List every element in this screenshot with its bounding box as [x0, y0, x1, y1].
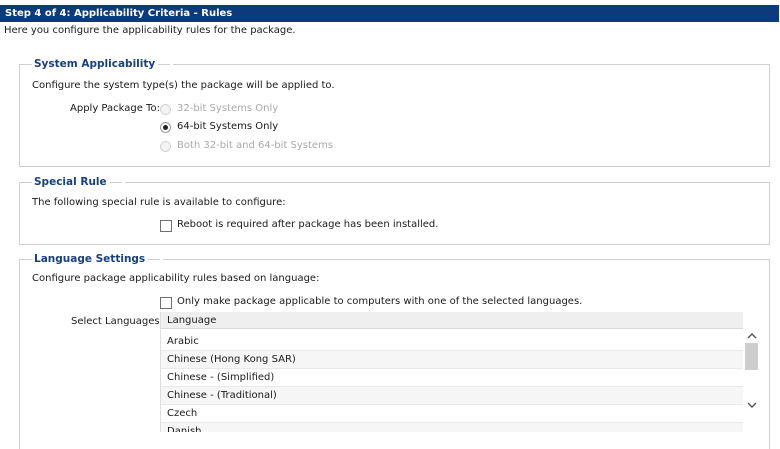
- radio-64bit-label: 64-bit Systems Only: [177, 121, 279, 132]
- apply-package-label: Apply Package To:: [70, 103, 160, 114]
- radio-both-label: Both 32-bit and 64-bit Systems: [177, 140, 334, 151]
- list-item[interactable]: Danish: [161, 423, 743, 432]
- reboot-label: Reboot is required after package has bee…: [177, 219, 439, 230]
- language-column-header[interactable]: Language: [161, 312, 743, 329]
- radio-32bit[interactable]: [160, 104, 171, 115]
- list-item[interactable]: Chinese - (Simplified): [161, 369, 743, 387]
- system-applicability-legend: System Applicability: [32, 57, 174, 71]
- language-settings-legend: Language Settings: [32, 252, 164, 266]
- language-list[interactable]: Language Arabic Chinese (Hong Kong SAR) …: [160, 312, 761, 432]
- language-scrollbar[interactable]: [743, 329, 760, 432]
- special-rule-legend: Special Rule: [32, 175, 125, 189]
- language-description: Configure package applicability rules ba…: [32, 273, 320, 284]
- chevron-up-icon[interactable]: [746, 330, 758, 342]
- language-rows: Arabic Chinese (Hong Kong SAR) Chinese -…: [161, 333, 743, 432]
- radio-64bit[interactable]: [160, 122, 171, 133]
- list-item[interactable]: Chinese - (Traditional): [161, 387, 743, 405]
- list-item[interactable]: Arabic: [161, 333, 743, 351]
- language-only-checkbox[interactable]: [160, 297, 172, 309]
- page-subtitle: Here you configure the applicability rul…: [4, 25, 296, 36]
- reboot-checkbox[interactable]: [160, 220, 172, 232]
- special-rule-group: Special Rule: [19, 175, 770, 245]
- select-languages-label: Select Languages:: [71, 316, 163, 327]
- language-only-label: Only make package applicable to computer…: [177, 296, 583, 307]
- list-item[interactable]: Chinese (Hong Kong SAR): [161, 351, 743, 369]
- chevron-down-icon[interactable]: [746, 399, 758, 411]
- system-description: Configure the system type(s) the package…: [32, 80, 335, 91]
- radio-both[interactable]: [160, 141, 171, 152]
- scroll-thumb[interactable]: [745, 343, 758, 370]
- step-header: Step 4 of 4: Applicability Criteria - Ru…: [0, 5, 779, 22]
- radio-32bit-label: 32-bit Systems Only: [177, 103, 279, 114]
- list-item[interactable]: Czech: [161, 405, 743, 423]
- special-rule-description: The following special rule is available …: [32, 197, 286, 208]
- step-title: Step 4 of 4: Applicability Criteria - Ru…: [5, 8, 233, 19]
